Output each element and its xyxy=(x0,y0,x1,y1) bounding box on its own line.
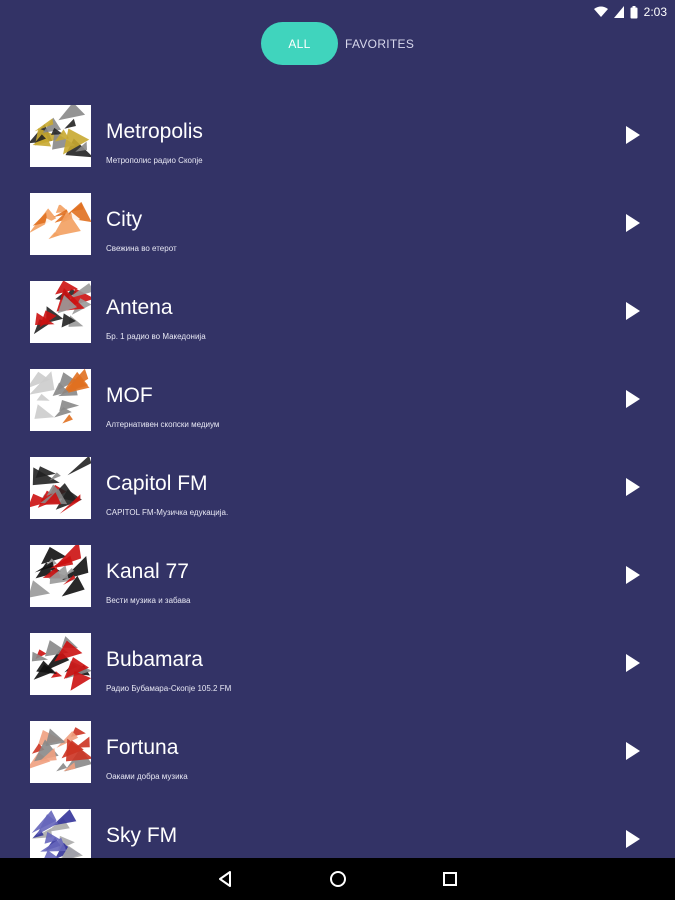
play-icon[interactable] xyxy=(625,565,641,585)
station-description: Оаками добра музика xyxy=(106,772,188,781)
tab-bar: ALL FAVORITES xyxy=(0,22,675,65)
play-icon[interactable] xyxy=(625,389,641,409)
station-logo xyxy=(30,633,91,695)
station-name: Fortuna xyxy=(106,736,179,759)
station-logo xyxy=(30,193,91,255)
station-row[interactable]: Capitol FM CAPITOL FM-Музичка едукација. xyxy=(0,457,675,521)
status-time: 2:03 xyxy=(643,5,667,19)
station-logo xyxy=(30,457,91,519)
station-name: Capitol FM xyxy=(106,472,208,495)
station-name: Sky FM xyxy=(106,824,178,847)
wifi-icon xyxy=(593,6,608,18)
home-icon[interactable] xyxy=(329,870,347,888)
station-name: Kanal 77 xyxy=(106,560,189,583)
station-description: CAPITOL FM-Музичка едукација. xyxy=(106,508,229,517)
station-description: Алтернативен скопски медиум xyxy=(106,420,220,429)
status-bar: 2:03 xyxy=(0,0,675,24)
station-row[interactable]: Antena Бр. 1 радио во Македонија xyxy=(0,281,675,345)
recents-icon[interactable] xyxy=(441,870,459,888)
back-icon[interactable] xyxy=(217,870,235,888)
station-description: Бр. 1 радио во Македонија xyxy=(106,332,206,341)
tab-favorites[interactable]: FAVORITES xyxy=(345,22,414,65)
station-name: Antena xyxy=(106,296,173,319)
play-icon[interactable] xyxy=(625,477,641,497)
station-name: Bubamara xyxy=(106,648,203,671)
station-description: Метрополис радио Скопје xyxy=(106,156,203,165)
station-name: MOF xyxy=(106,384,153,407)
station-row[interactable]: MOF Алтернативен скопски медиум xyxy=(0,369,675,433)
play-icon[interactable] xyxy=(625,301,641,321)
station-name: Metropolis xyxy=(106,120,203,143)
station-row[interactable]: Fortuna Оаками добра музика xyxy=(0,721,675,785)
station-description: Свежина во етерот xyxy=(106,244,177,253)
station-logo xyxy=(30,369,91,431)
signal-icon xyxy=(613,6,624,18)
play-icon[interactable] xyxy=(625,213,641,233)
station-row[interactable]: City Свежина во етерот xyxy=(0,193,675,257)
station-row[interactable]: Metropolis Метрополис радио Скопје xyxy=(0,105,675,169)
station-description: Вести музика и забава xyxy=(106,596,191,605)
navigation-bar xyxy=(0,858,675,900)
battery-icon xyxy=(630,5,638,19)
station-logo xyxy=(30,281,91,343)
tab-all[interactable]: ALL xyxy=(261,22,338,65)
station-logo xyxy=(30,721,91,783)
play-icon[interactable] xyxy=(625,829,641,849)
station-logo xyxy=(30,105,91,167)
play-icon[interactable] xyxy=(625,125,641,145)
station-logo xyxy=(30,545,91,607)
play-icon[interactable] xyxy=(625,653,641,673)
station-name: City xyxy=(106,208,143,231)
station-row[interactable]: Bubamara Радио Бубамара-Скопје 105.2 FM xyxy=(0,633,675,697)
station-row[interactable]: Kanal 77 Вести музика и забава xyxy=(0,545,675,609)
station-description: Радио Бубамара-Скопје 105.2 FM xyxy=(106,684,232,693)
play-icon[interactable] xyxy=(625,741,641,761)
